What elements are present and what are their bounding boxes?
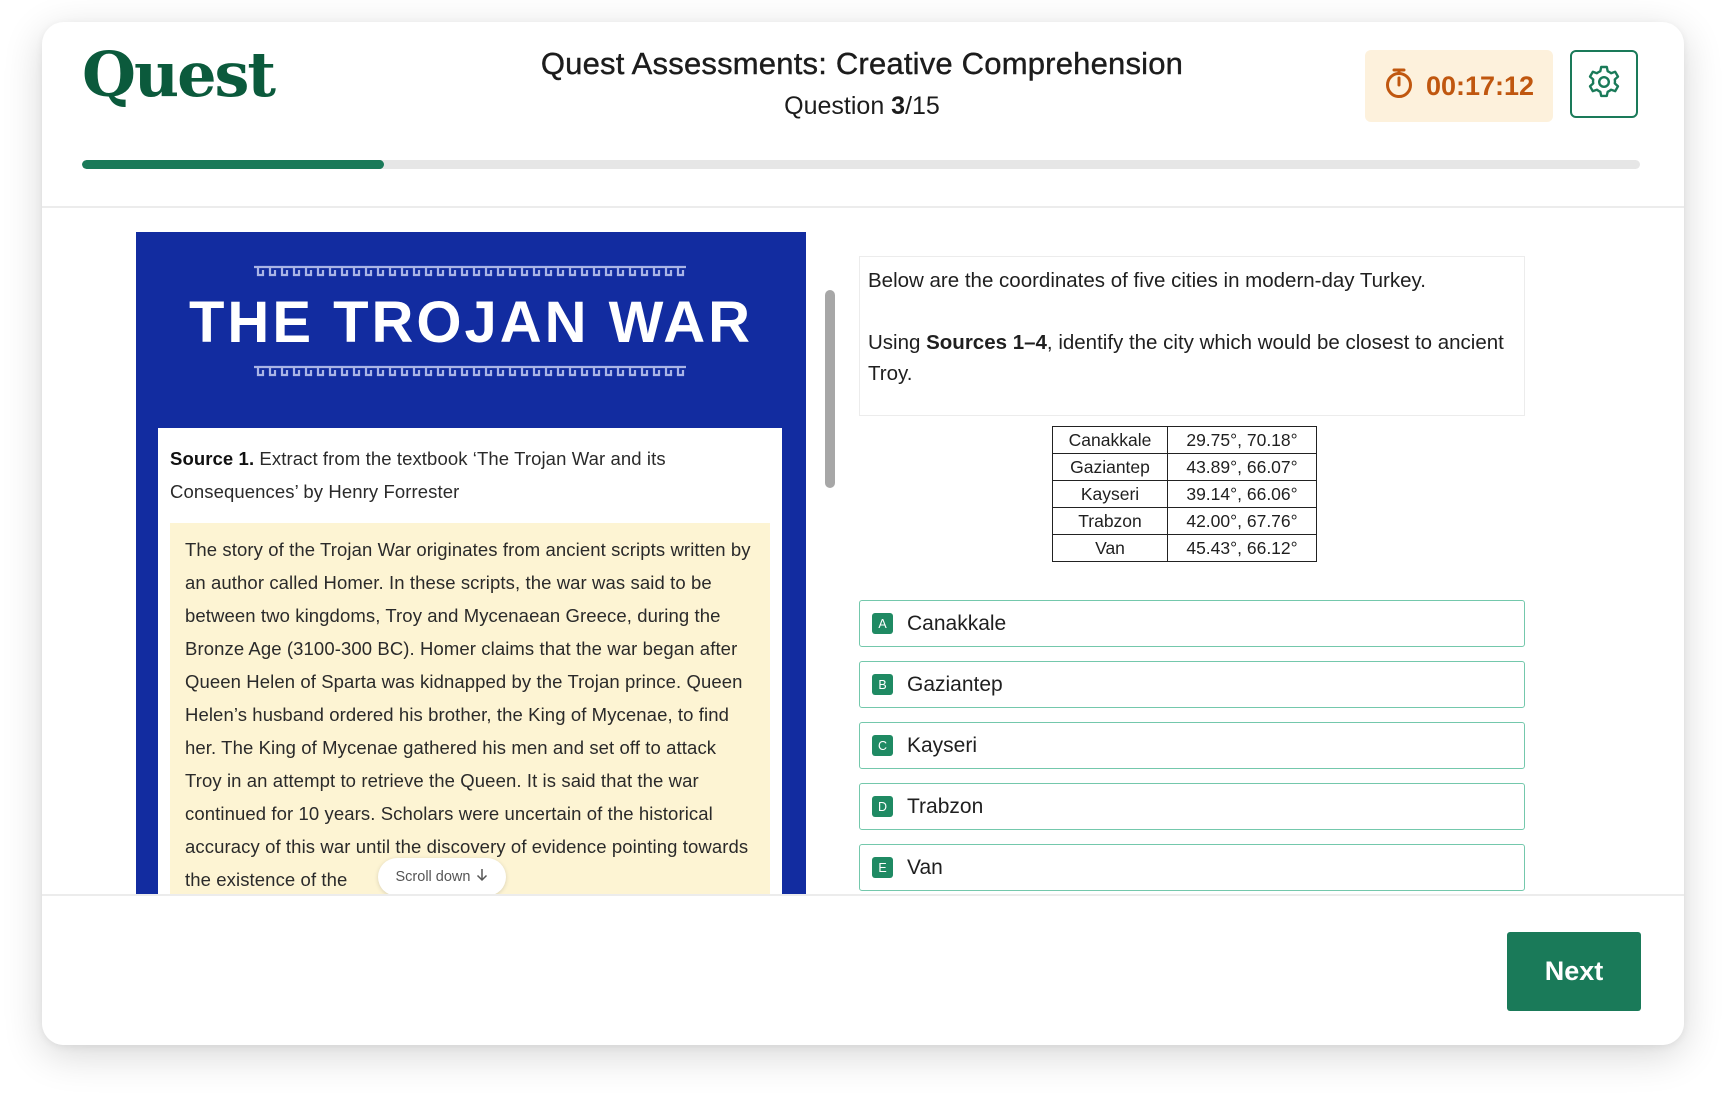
option-letter-badge: B bbox=[872, 674, 893, 695]
footer bbox=[42, 896, 1684, 1045]
coords-cell: 29.75°, 70.18° bbox=[1167, 426, 1317, 454]
city-cell: Kayseri bbox=[1052, 480, 1168, 508]
header-title-block: Quest Assessments: Creative Comprehensio… bbox=[442, 46, 1282, 121]
coords-cell: 43.89°, 66.07° bbox=[1167, 453, 1317, 481]
table-row: Gaziantep 43.89°, 66.07° bbox=[1052, 453, 1317, 481]
option-e[interactable]: E Van bbox=[859, 844, 1525, 891]
timer-badge: 00:17:12 bbox=[1365, 50, 1553, 122]
source-caption-label: Source 1. bbox=[170, 448, 255, 469]
city-cell: Trabzon bbox=[1052, 507, 1168, 535]
question-counter-prefix: Question bbox=[784, 92, 892, 120]
option-label: Kayseri bbox=[907, 733, 978, 757]
settings-button[interactable] bbox=[1570, 50, 1638, 118]
option-letter-badge: C bbox=[872, 735, 893, 756]
option-label: Trabzon bbox=[907, 794, 984, 818]
answer-options: A Canakkale B Gaziantep C Kayseri D Trab… bbox=[859, 600, 1525, 905]
coords-cell: 42.00°, 67.76° bbox=[1167, 507, 1317, 535]
table-row: Canakkale 29.75°, 70.18° bbox=[1052, 426, 1317, 454]
next-button[interactable]: Next bbox=[1507, 932, 1641, 1011]
source-scrollbar[interactable] bbox=[825, 290, 835, 488]
coords-cell: 45.43°, 66.12° bbox=[1167, 534, 1317, 562]
source-caption: Source 1. Extract from the textbook ‘The… bbox=[170, 442, 770, 508]
table-row: Kayseri 39.14°, 66.06° bbox=[1052, 480, 1317, 508]
question-intro: Below are the coordinates of five cities… bbox=[868, 269, 1426, 292]
scroll-down-hint[interactable]: Scroll down bbox=[378, 858, 506, 896]
greek-meander-bottom bbox=[254, 365, 686, 377]
option-letter-badge: E bbox=[872, 857, 893, 878]
city-cell: Canakkale bbox=[1052, 426, 1168, 454]
header-divider bbox=[42, 206, 1684, 208]
table-row: Trabzon 42.00°, 67.76° bbox=[1052, 507, 1317, 535]
quest-logo: Quest bbox=[82, 38, 276, 111]
option-b[interactable]: B Gaziantep bbox=[859, 661, 1525, 708]
source-extract: The story of the Trojan War originates f… bbox=[170, 523, 770, 894]
question-total: /15 bbox=[905, 92, 940, 120]
option-label: Gaziantep bbox=[907, 672, 1003, 696]
question-prompt: Below are the coordinates of five cities… bbox=[859, 256, 1525, 416]
option-letter-badge: A bbox=[872, 613, 893, 634]
source-heading: THE TROJAN WAR bbox=[189, 290, 753, 355]
page-title: Quest Assessments: Creative Comprehensio… bbox=[540, 46, 1184, 81]
source-panel[interactable]: THE TROJAN WAR Source 1. Extract from th… bbox=[136, 232, 806, 894]
city-cell: Gaziantep bbox=[1052, 453, 1168, 481]
instruction-sources: Sources 1–4 bbox=[926, 331, 1047, 354]
progress-bar bbox=[82, 160, 1640, 169]
option-label: Van bbox=[907, 855, 943, 879]
option-a[interactable]: A Canakkale bbox=[859, 600, 1525, 647]
greek-meander-top bbox=[254, 265, 686, 277]
option-d[interactable]: D Trabzon bbox=[859, 783, 1525, 830]
gear-icon bbox=[1586, 64, 1622, 105]
scroll-hint-label: Scroll down bbox=[395, 869, 471, 885]
coordinates-table: Canakkale 29.75°, 70.18° Gaziantep 43.89… bbox=[1052, 426, 1317, 562]
city-cell: Van bbox=[1052, 534, 1168, 562]
question-current: 3 bbox=[891, 92, 906, 120]
question-instruction: Using Sources 1–4, identify the city whi… bbox=[868, 327, 1516, 389]
stopwatch-icon bbox=[1384, 67, 1414, 106]
table-row: Van 45.43°, 66.12° bbox=[1052, 534, 1317, 562]
assessment-window: Quest Quest Assessments: Creative Compre… bbox=[42, 22, 1684, 1045]
option-letter-badge: D bbox=[872, 796, 893, 817]
option-c[interactable]: C Kayseri bbox=[859, 722, 1525, 769]
instruction-prefix: Using bbox=[868, 331, 927, 354]
coords-cell: 39.14°, 66.06° bbox=[1167, 480, 1317, 508]
source-card: Source 1. Extract from the textbook ‘The… bbox=[158, 428, 782, 894]
question-counter: Question 3/15 bbox=[442, 92, 1282, 121]
arrow-down-icon bbox=[476, 868, 488, 886]
timer-value: 00:17:12 bbox=[1425, 70, 1535, 101]
progress-fill bbox=[82, 160, 385, 169]
option-label: Canakkale bbox=[907, 611, 1007, 635]
